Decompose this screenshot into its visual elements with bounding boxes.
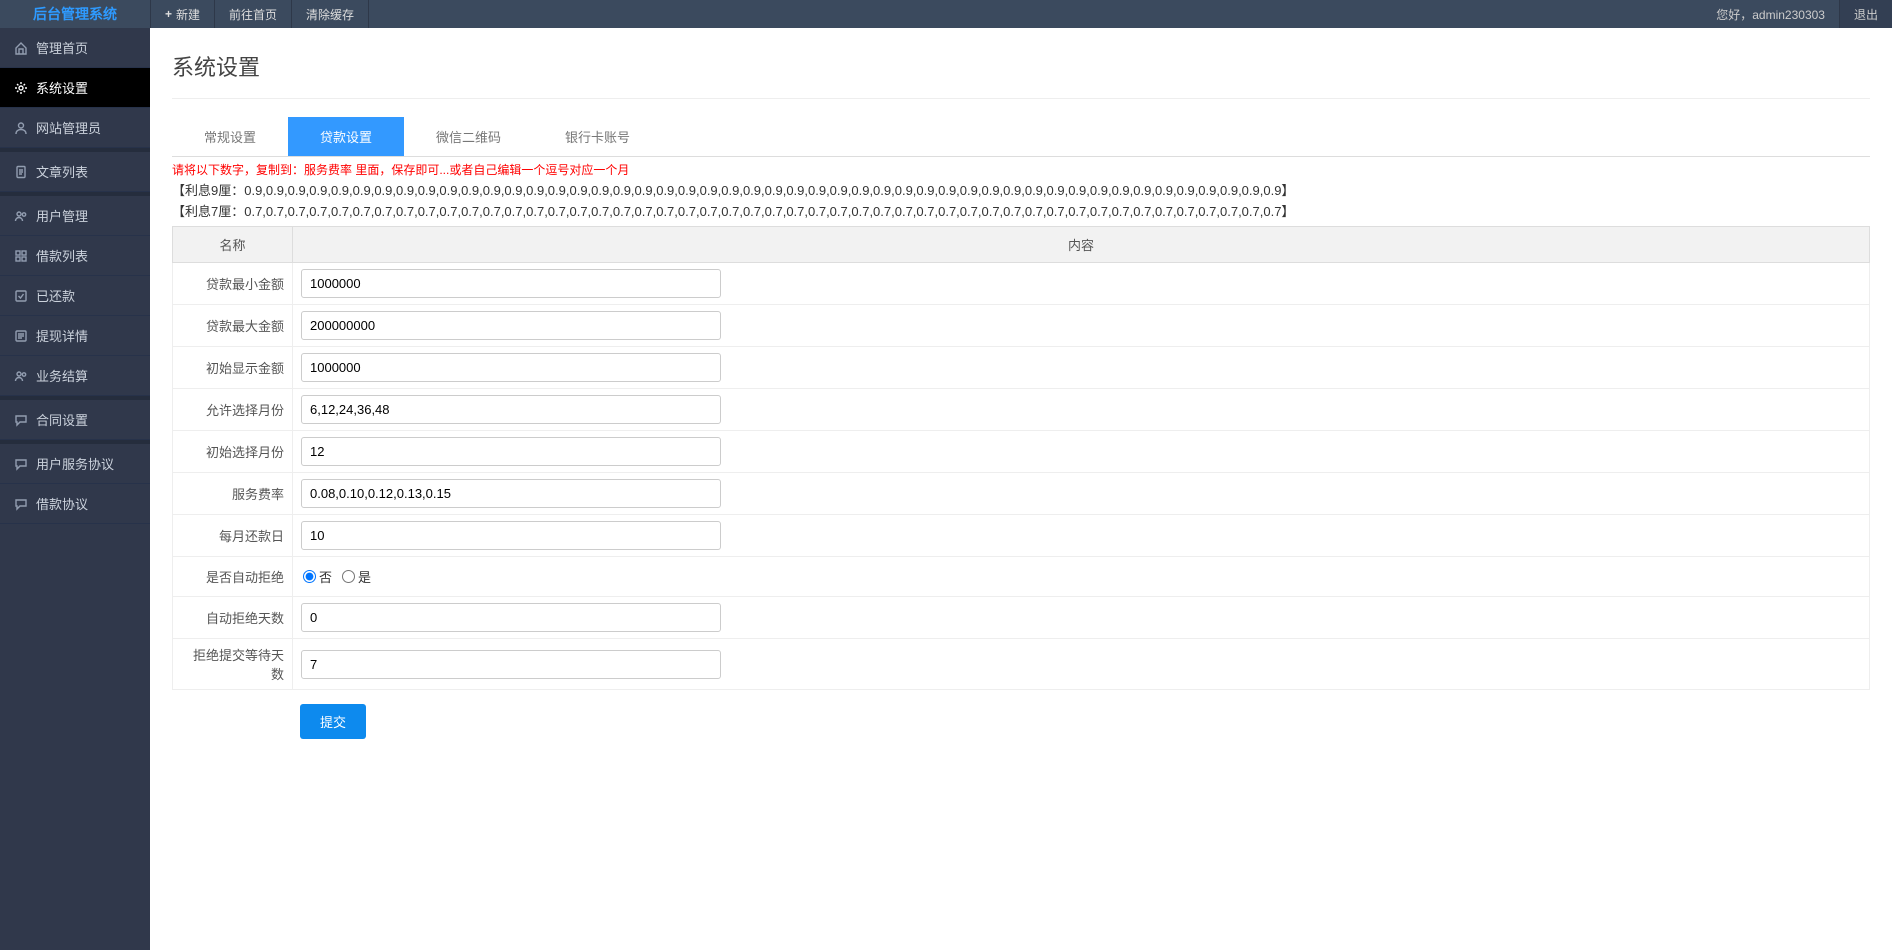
- logout-button[interactable]: 退出: [1839, 0, 1892, 28]
- sidebar-item-label: 借款协议: [36, 494, 88, 513]
- auto-reject-yes-option[interactable]: 是: [342, 567, 371, 586]
- sidebar-item-users[interactable]: 用户管理: [0, 196, 150, 236]
- label-fee-rate: 服务费率: [173, 473, 293, 515]
- check-icon: [14, 289, 28, 303]
- settings-table: 名称 内容 贷款最小金额 贷款最大金额 初始显示金额 允许选择: [172, 226, 1870, 690]
- label-allow-months: 允许选择月份: [173, 389, 293, 431]
- sidebar-item-label: 管理首页: [36, 38, 88, 57]
- fee-rate-input[interactable]: [301, 479, 721, 508]
- auto-reject-yes-label: 是: [358, 567, 371, 586]
- auto-reject-no-radio[interactable]: [303, 570, 316, 583]
- sidebar-item-label: 业务结算: [36, 366, 88, 385]
- th-name: 名称: [173, 227, 293, 263]
- list-icon: [14, 329, 28, 343]
- new-button[interactable]: + 新建: [150, 0, 215, 28]
- grid-icon: [14, 249, 28, 263]
- sidebar-item-label: 用户服务协议: [36, 454, 114, 473]
- sidebar-item-label: 提现详情: [36, 326, 88, 345]
- sidebar-item-label: 用户管理: [36, 206, 88, 225]
- sidebar-item-settle[interactable]: 业务结算: [0, 356, 150, 396]
- reject-days-input[interactable]: [301, 603, 721, 632]
- label-min-amount: 贷款最小金额: [173, 263, 293, 305]
- gear-icon: [14, 81, 28, 95]
- sidebar: 管理首页系统设置网站管理员文章列表用户管理借款列表已还款提现详情业务结算合同设置…: [0, 28, 150, 950]
- sidebar-item-articles[interactable]: 文章列表: [0, 152, 150, 192]
- user-icon: [14, 121, 28, 135]
- users-icon: [14, 209, 28, 223]
- allow-months-input[interactable]: [301, 395, 721, 424]
- sidebar-item-dashboard[interactable]: 管理首页: [0, 28, 150, 68]
- goto-home-label: 前往首页: [229, 6, 277, 23]
- users-icon: [14, 369, 28, 383]
- sidebar-item-label: 已还款: [36, 286, 75, 305]
- rate-hint-9: 【利息9厘：0.9,0.9,0.9,0.9,0.9,0.9,0.9,0.9,0.…: [172, 180, 1870, 199]
- wait-days-input[interactable]: [301, 650, 721, 679]
- tabs: 常规设置贷款设置微信二维码银行卡账号: [172, 117, 1870, 157]
- tab-wechat[interactable]: 微信二维码: [404, 117, 533, 156]
- chat-icon: [14, 413, 28, 427]
- chat-icon: [14, 497, 28, 511]
- sidebar-item-label: 系统设置: [36, 78, 88, 97]
- logout-label: 退出: [1854, 6, 1878, 23]
- main-content: 系统设置 常规设置贷款设置微信二维码银行卡账号 请将以下数字，复制到：服务费率 …: [150, 28, 1892, 950]
- th-content: 内容: [293, 227, 1870, 263]
- rate-hint-7: 【利息7厘：0.7,0.7,0.7,0.7,0.7,0.7,0.7,0.7,0.…: [172, 201, 1870, 220]
- label-init-month: 初始选择月份: [173, 431, 293, 473]
- max-amount-input[interactable]: [301, 311, 721, 340]
- sidebar-item-system[interactable]: 系统设置: [0, 68, 150, 108]
- sidebar-item-repaid[interactable]: 已还款: [0, 276, 150, 316]
- auto-reject-no-label: 否: [319, 567, 332, 586]
- init-month-input[interactable]: [301, 437, 721, 466]
- label-init-amount: 初始显示金额: [173, 347, 293, 389]
- tab-general[interactable]: 常规设置: [172, 117, 288, 156]
- clear-cache-label: 清除缓存: [306, 6, 354, 23]
- sidebar-item-label: 合同设置: [36, 410, 88, 429]
- doc-icon: [14, 165, 28, 179]
- label-repay-day: 每月还款日: [173, 515, 293, 557]
- auto-reject-yes-radio[interactable]: [342, 570, 355, 583]
- chat-icon: [14, 457, 28, 471]
- sidebar-item-label: 文章列表: [36, 162, 88, 181]
- sidebar-item-loans[interactable]: 借款列表: [0, 236, 150, 276]
- label-wait-days: 拒绝提交等待天数: [173, 639, 293, 690]
- home-icon: [14, 41, 28, 55]
- submit-button[interactable]: 提交: [300, 704, 366, 739]
- plus-icon: +: [165, 7, 172, 21]
- warning-text: 请将以下数字，复制到：服务费率 里面，保存即可...或者自己编辑一个逗号对应一个…: [172, 161, 1870, 178]
- sidebar-item-label: 借款列表: [36, 246, 88, 265]
- sidebar-item-contract[interactable]: 合同设置: [0, 400, 150, 440]
- init-amount-input[interactable]: [301, 353, 721, 382]
- repay-day-input[interactable]: [301, 521, 721, 550]
- sidebar-item-label: 网站管理员: [36, 118, 101, 137]
- auto-reject-no-option[interactable]: 否: [303, 567, 332, 586]
- tab-bank[interactable]: 银行卡账号: [533, 117, 662, 156]
- sidebar-item-loanagree[interactable]: 借款协议: [0, 484, 150, 524]
- label-max-amount: 贷款最大金额: [173, 305, 293, 347]
- label-reject-days: 自动拒绝天数: [173, 597, 293, 639]
- new-button-label: 新建: [176, 6, 200, 23]
- min-amount-input[interactable]: [301, 269, 721, 298]
- auto-reject-radio-group: 否 是: [301, 563, 1861, 590]
- greeting-text: 您好，admin230303: [1702, 6, 1839, 23]
- page-title: 系统设置: [172, 44, 1870, 99]
- clear-cache-button[interactable]: 清除缓存: [292, 0, 369, 28]
- sidebar-item-withdraw[interactable]: 提现详情: [0, 316, 150, 356]
- label-auto-reject: 是否自动拒绝: [173, 557, 293, 597]
- sidebar-item-useragree[interactable]: 用户服务协议: [0, 444, 150, 484]
- goto-home-button[interactable]: 前往首页: [215, 0, 292, 28]
- brand-logo: 后台管理系统: [0, 4, 150, 24]
- topbar: 后台管理系统 + 新建 前往首页 清除缓存 您好，admin230303 退出: [0, 0, 1892, 28]
- tab-loan[interactable]: 贷款设置: [288, 117, 404, 156]
- sidebar-item-admin[interactable]: 网站管理员: [0, 108, 150, 148]
